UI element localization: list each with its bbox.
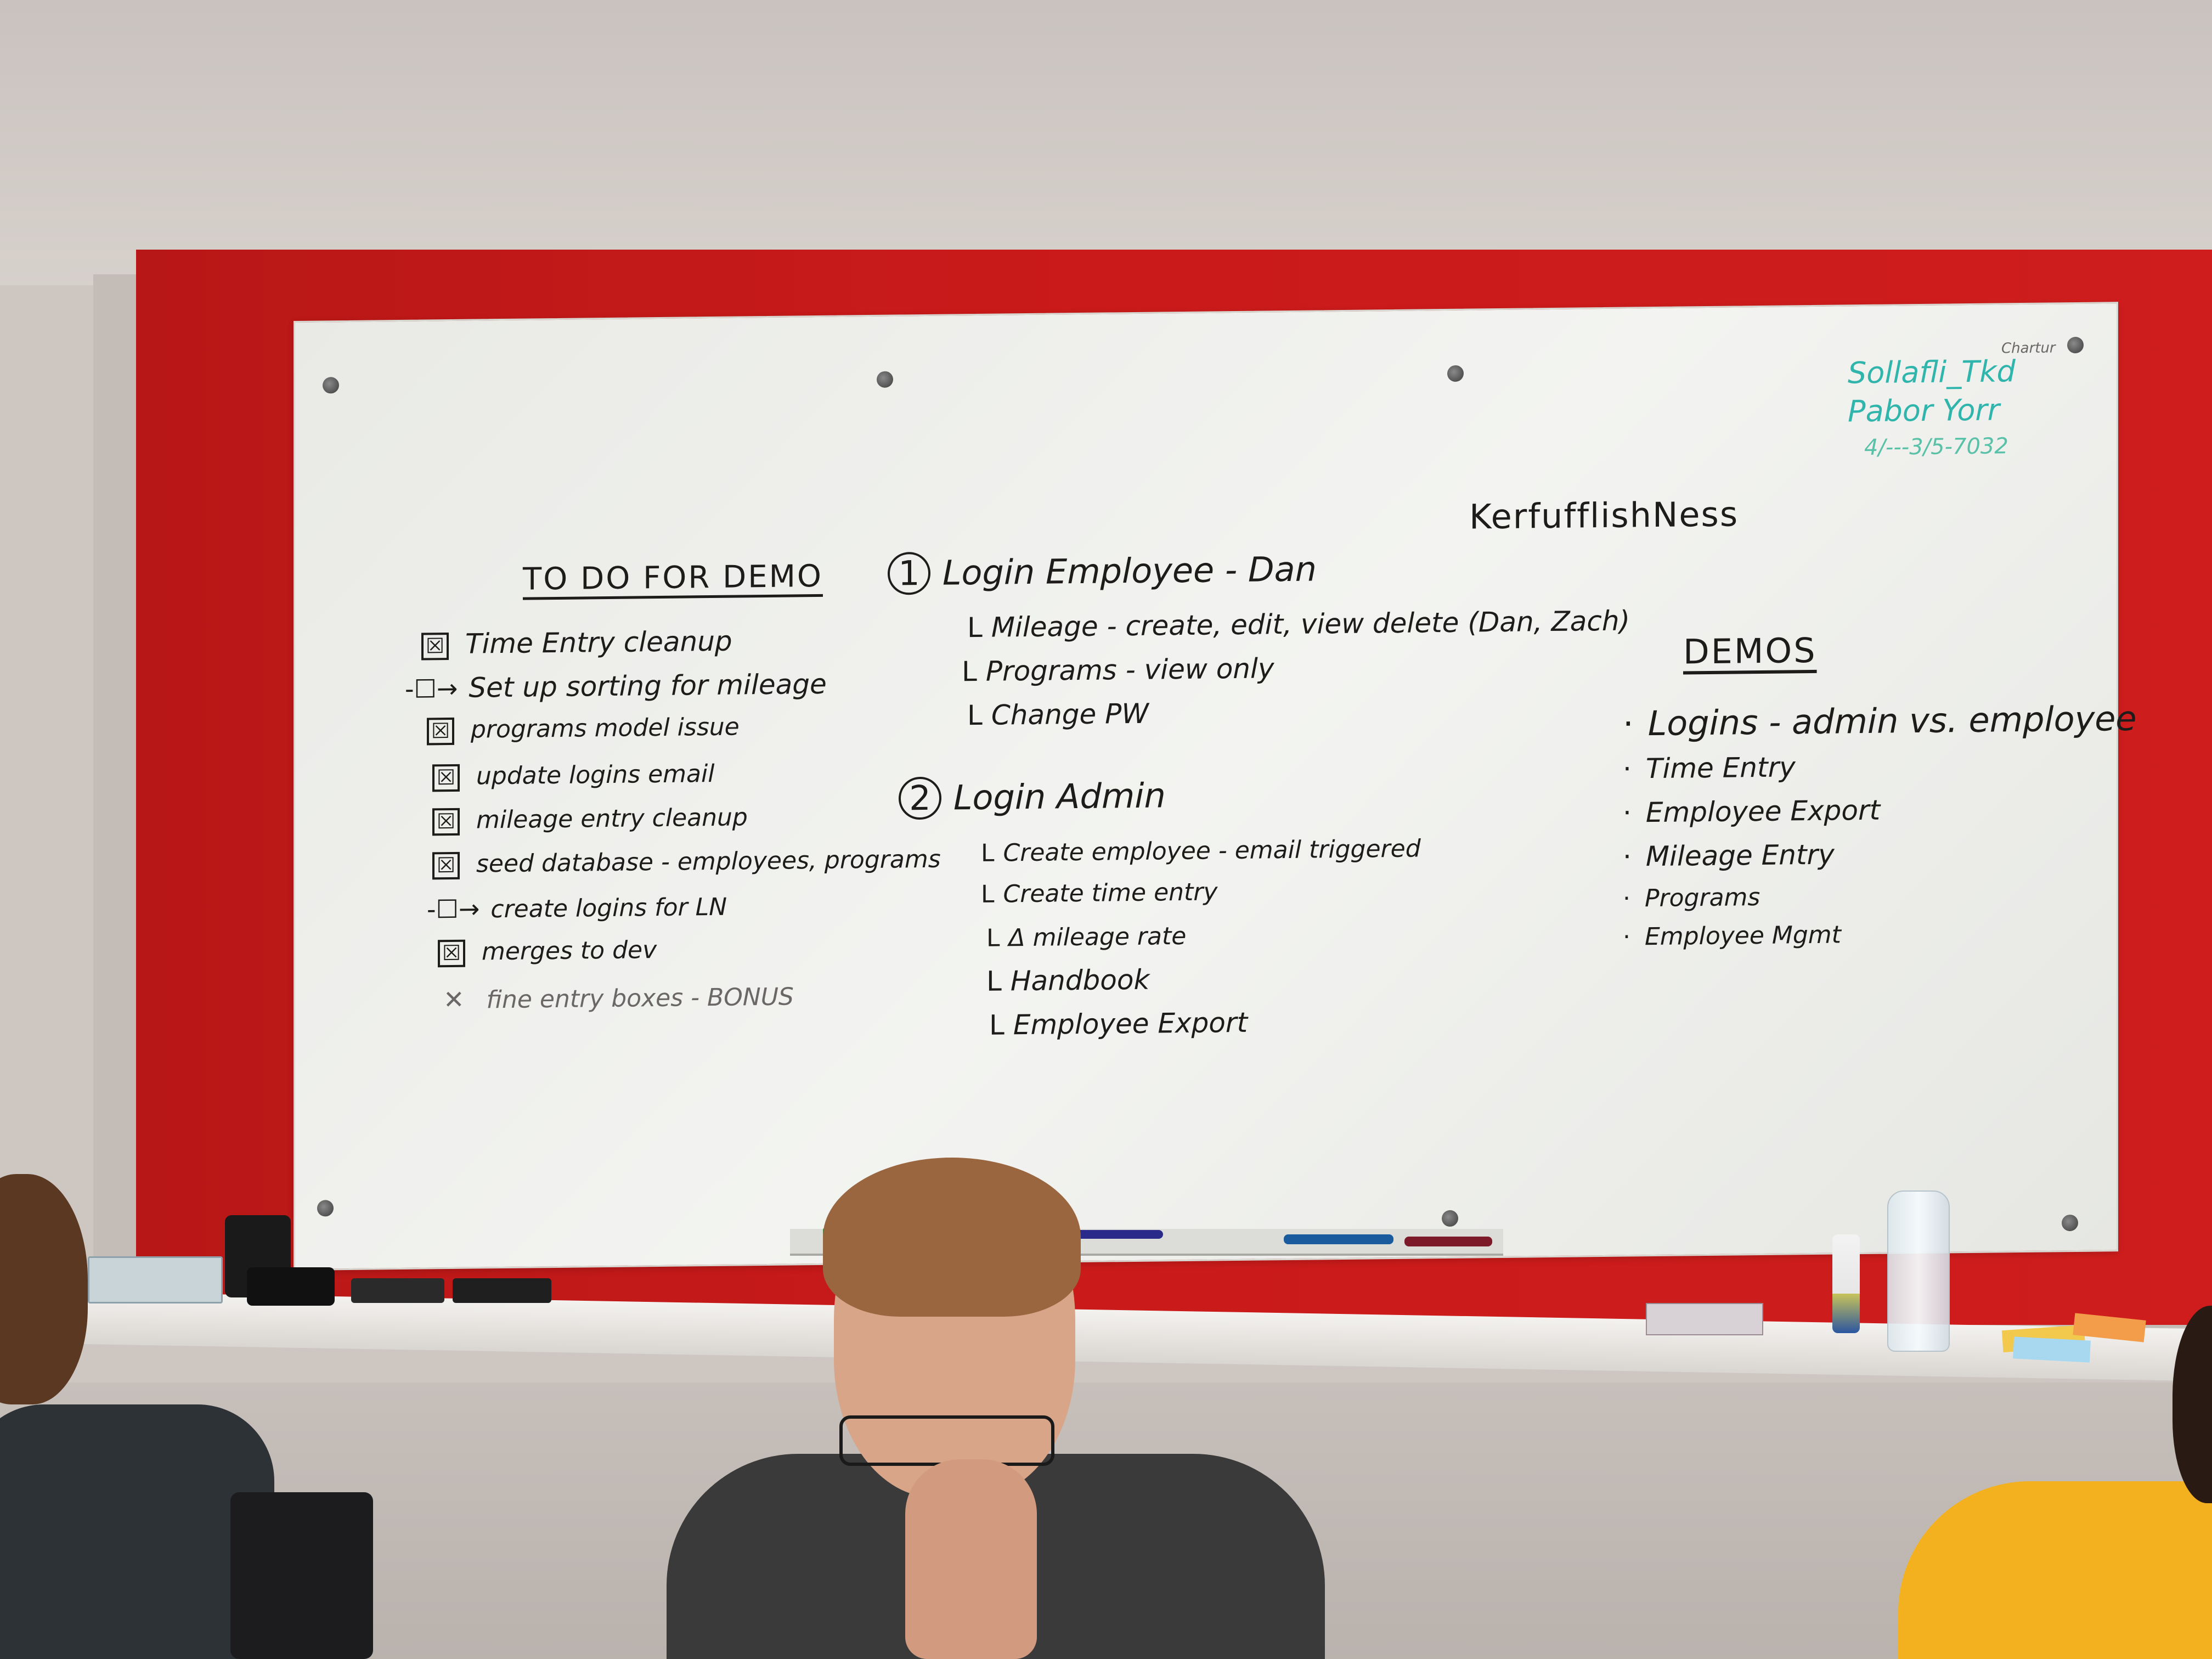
checked-box-icon: ☒ <box>432 808 460 836</box>
flow-2-title: 2 Login Admin <box>899 774 1166 820</box>
contact-line-3: 4/---3/5-7032 <box>1864 433 2008 461</box>
eraser[interactable] <box>351 1278 444 1303</box>
demos-item-text: Time Entry <box>1645 751 1796 785</box>
todo-item: ☒ seed database - employees, programs <box>432 845 941 880</box>
standoff-icon <box>323 377 339 394</box>
water-bottle[interactable] <box>1887 1190 1950 1352</box>
checked-box-icon: ☒ <box>432 764 460 792</box>
spray-bottle[interactable] <box>1832 1234 1860 1333</box>
demos-item: · Employee Mgmt <box>1623 921 1841 951</box>
flow-1-item-text: Programs - view only <box>985 652 1274 687</box>
todo-item: ☒ Time Entry cleanup <box>421 625 732 661</box>
todo-item: -☐→ Set up sorting for mileage <box>405 668 827 704</box>
contact-line-2: Pabor Yorr <box>1848 392 2000 429</box>
contact-tag: Chartur <box>2001 340 2056 357</box>
whiteboard: Sollafli_Tkd Pabor Yorr 4/---3/5-7032 Ch… <box>294 302 2137 1271</box>
todo-item: ☒ merges to dev <box>438 936 657 968</box>
tray <box>88 1256 223 1304</box>
blue-marker[interactable] <box>1075 1230 1163 1239</box>
todo-item-text: Time Entry cleanup <box>465 625 732 660</box>
demos-item-text: Programs <box>1645 883 1760 913</box>
eraser[interactable] <box>453 1278 551 1303</box>
todo-item: ☒ programs model issue <box>427 713 740 746</box>
upper-wall <box>0 0 2212 285</box>
standoff-icon <box>877 371 893 388</box>
todo-item: ☒ update logins email <box>432 760 714 792</box>
todo-item: ✕ fine entry boxes - BONUS <box>443 981 794 1014</box>
number-circle-icon: 1 <box>888 551 930 595</box>
flow-2-item: L Employee Export <box>989 1006 1248 1041</box>
flow-2-item: LΔ mileage rate <box>986 922 1187 952</box>
x-mark-icon: ✕ <box>443 984 465 1015</box>
demos-item-text: Employee Mgmt <box>1645 921 1841 951</box>
flow-1-item: L Change PW <box>967 697 1149 732</box>
person-left-hair <box>0 1174 88 1404</box>
flow-2-item-text: Handbook <box>1010 963 1150 997</box>
flow-2-item-text: Create employee - email triggered <box>1003 834 1421 867</box>
todo-item-text: create logins for LN <box>490 893 727 924</box>
todo-heading: TO DO FOR DEMO <box>523 558 823 597</box>
demos-item: · Mileage Entry <box>1623 838 1835 873</box>
demos-item: · Logins - admin vs. employee <box>1623 698 2137 744</box>
standoff-icon <box>1442 1210 1458 1227</box>
arrow-box-icon: -☐→ <box>405 673 458 704</box>
demos-item: · Programs <box>1623 883 1760 913</box>
flow-1-title: 1 Login Employee - Dan <box>888 548 1317 595</box>
checked-box-icon: ☒ <box>427 717 454 746</box>
standoff-icon <box>317 1200 334 1217</box>
arrow-box-icon: -☐→ <box>427 894 480 924</box>
chair <box>230 1492 373 1659</box>
todo-item-text: Set up sorting for mileage <box>469 668 827 704</box>
flow-1-item-text: Change PW <box>991 697 1149 731</box>
flow-2-item: L Create employee - email triggered <box>981 834 1421 867</box>
standoff-icon <box>1447 365 1464 382</box>
demos-item-text: Mileage Entry <box>1645 838 1835 873</box>
stapler[interactable] <box>247 1267 335 1306</box>
flow-2-item-text: Employee Export <box>1013 1006 1248 1041</box>
flow-1-title-text: Login Employee - Dan <box>943 549 1317 593</box>
flow-2-title-text: Login Admin <box>953 775 1166 818</box>
checked-box-icon: ☒ <box>432 851 460 880</box>
todo-item: ☒ mileage entry cleanup <box>432 803 748 836</box>
checked-box-icon: ☒ <box>421 632 449 661</box>
flow-2-item-text: Create time entry <box>1003 878 1218 909</box>
contact-line-1: Sollafli_Tkd <box>1848 354 2016 391</box>
standoff-icon <box>2062 1214 2078 1232</box>
flow-2-item: L Handbook <box>986 963 1150 997</box>
flow-2-item-text: Δ mileage rate <box>1008 922 1187 952</box>
marker-pack[interactable] <box>1646 1303 1763 1335</box>
demos-item-text: Employee Export <box>1645 794 1881 829</box>
flow-1-item: L Mileage - create, edit, view delete (Da… <box>967 605 1630 644</box>
red-marker[interactable] <box>1404 1237 1492 1246</box>
todo-item-text: programs model issue <box>471 713 740 744</box>
person-center-hand <box>905 1459 1037 1659</box>
glasses-icon <box>839 1415 1054 1466</box>
marker[interactable] <box>1284 1234 1393 1244</box>
demos-heading: DEMOS <box>1683 630 1817 672</box>
board-title: KerfufflishNess <box>1469 494 1739 537</box>
sticky-notes[interactable] <box>2013 1336 2091 1363</box>
flow-2-item: L Create time entry <box>981 878 1218 909</box>
checked-box-icon: ☒ <box>438 939 465 968</box>
standoff-icon <box>2067 336 2084 354</box>
todo-item-text: update logins email <box>476 759 715 791</box>
todo-item: -☐→ create logins for LN <box>427 891 727 924</box>
todo-item-text: fine entry boxes - BONUS <box>486 983 794 1014</box>
todo-item-text: seed database - employees, programs <box>476 845 941 878</box>
flow-1-item-text: Mileage - create, edit, view delete (Dan… <box>991 605 1630 644</box>
demos-item: · Time Entry <box>1623 751 1796 785</box>
flow-1-item: L Programs - view only <box>962 652 1274 688</box>
todo-item-text: mileage entry cleanup <box>476 803 748 834</box>
number-circle-icon: 2 <box>899 776 941 820</box>
demos-item: · Employee Export <box>1623 794 1881 829</box>
person-center-hair <box>823 1158 1081 1317</box>
demos-item-text: Logins - admin vs. employee <box>1647 698 2137 744</box>
todo-item-text: merges to dev <box>482 936 657 966</box>
